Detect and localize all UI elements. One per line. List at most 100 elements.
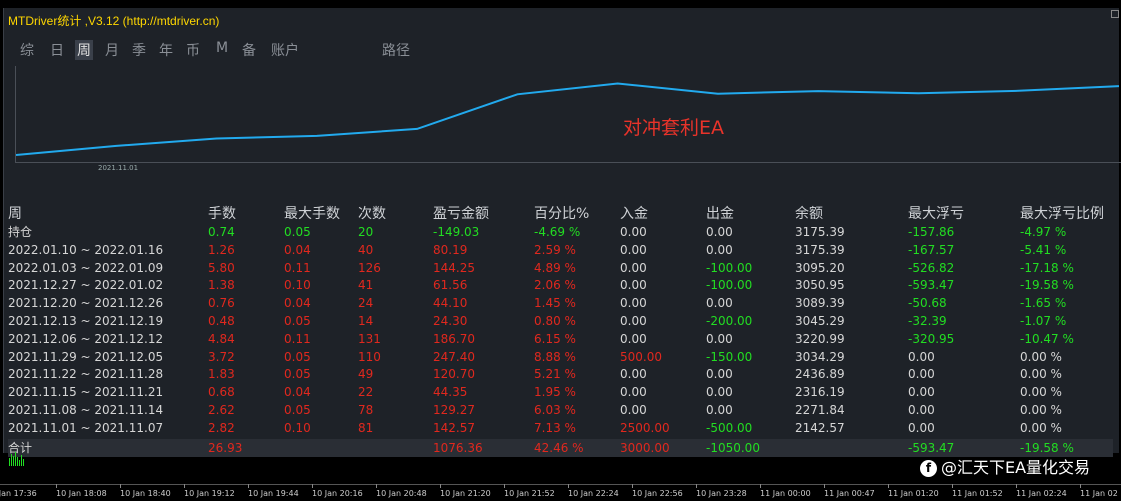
- table-cell: 2022.01.10 ~ 2022.01.16: [8, 242, 164, 257]
- table-row[interactable]: 2021.11.29 ~ 2021.12.05 3.72 0.05 110 247.40…: [8, 348, 1113, 366]
- table-cell: 2.82: [208, 420, 235, 435]
- column-header[interactable]: 出金: [706, 205, 734, 223]
- table-row[interactable]: 持仓 0.74 0.05 20 -149.03 -4.69 % 0.00 0.00 3175.3…: [8, 223, 1113, 241]
- time-tick-label: 11 Jan 01:52: [952, 484, 1003, 498]
- column-header[interactable]: 周: [8, 205, 22, 223]
- column-header[interactable]: 盈亏金额: [433, 205, 489, 223]
- table-cell: 2500.00: [620, 420, 670, 435]
- table-cell: 2022.01.03 ~ 2022.01.09: [8, 260, 164, 275]
- total-cell: 1076.36: [433, 440, 483, 455]
- table-cell: 49: [358, 367, 374, 382]
- table-cell: 6.15 %: [534, 331, 576, 346]
- table-header: 周 手数 最大手数 次数 盈亏金额 百分比% 入金 出金 余额 最大浮亏 最大浮亏比例: [8, 205, 1113, 223]
- table-cell: 5.21 %: [534, 367, 576, 382]
- table-cell: 0.00: [620, 225, 647, 239]
- tab-1[interactable]: 日: [50, 40, 64, 60]
- table-cell: 3220.99: [795, 331, 845, 346]
- volume-bar: [23, 459, 24, 466]
- table-cell: -19.58 %: [1020, 278, 1074, 293]
- table-cell: 110: [358, 349, 381, 364]
- table-row[interactable]: 2022.01.10 ~ 2022.01.16 1.26 0.04 40 80.19 2.…: [8, 241, 1113, 259]
- column-header[interactable]: 入金: [620, 205, 648, 223]
- table-cell: 0.00: [620, 260, 647, 275]
- volume-bar: [15, 452, 16, 466]
- window-corner-box[interactable]: [1111, 10, 1119, 18]
- tab-2[interactable]: 周: [75, 40, 93, 60]
- tab-0[interactable]: 综: [20, 40, 34, 60]
- volume-bar: [19, 460, 20, 466]
- table-cell: 24.30: [433, 314, 468, 328]
- tab-10[interactable]: 路径: [382, 40, 410, 60]
- tab-8[interactable]: 备: [242, 40, 256, 60]
- balance-curve-svg: [15, 82, 1120, 156]
- table-cell: 2021.11.01 ~ 2021.11.07: [8, 420, 164, 435]
- table-row[interactable]: 2021.11.15 ~ 2021.11.21 0.68 0.04 22 44.35 1.…: [8, 383, 1113, 401]
- table-cell: 0.05: [284, 349, 311, 364]
- tab-6[interactable]: 币: [186, 40, 200, 60]
- column-header[interactable]: 最大手数: [284, 205, 340, 223]
- table-cell: 0.00: [908, 403, 935, 417]
- table-row[interactable]: 2021.11.01 ~ 2021.11.07 2.82 0.10 81 142.57 7…: [8, 419, 1113, 437]
- table-cell: 5.80: [208, 260, 235, 275]
- table-cell: 144.25: [433, 260, 475, 275]
- table-cell: 0.00 %: [1020, 367, 1062, 382]
- table-cell: 129.27: [433, 403, 475, 417]
- table-cell: 0.00: [620, 296, 647, 311]
- table-cell: 0.00: [620, 367, 647, 382]
- table-row[interactable]: 2021.12.06 ~ 2021.12.12 4.84 0.11 131 186.70…: [8, 330, 1113, 348]
- table-cell: 2021.11.22 ~ 2021.11.28: [8, 367, 164, 382]
- table-cell: 0.05: [284, 367, 311, 382]
- volume-bar: [9, 458, 10, 466]
- table-cell: 78: [358, 403, 374, 417]
- column-header[interactable]: 次数: [358, 205, 386, 223]
- table-cell: -593.47: [908, 278, 955, 293]
- table-cell: 0.00 %: [1020, 403, 1062, 417]
- table-cell: 2021.12.06 ~ 2021.12.12: [8, 331, 164, 346]
- time-tick-label: 10 Jan 18:40: [120, 484, 171, 498]
- table-row[interactable]: 2021.12.27 ~ 2022.01.02 1.38 0.10 41 61.56 2.…: [8, 276, 1113, 294]
- table-cell: 247.40: [433, 349, 475, 364]
- table-row[interactable]: 2021.11.22 ~ 2021.11.28 1.83 0.05 49 120.70 5…: [8, 365, 1113, 383]
- table-cell: 0.68: [208, 385, 235, 400]
- table-row[interactable]: 2022.01.03 ~ 2022.01.09 5.80 0.11 126 144.25…: [8, 259, 1113, 277]
- tab-7[interactable]: M: [216, 40, 228, 56]
- table-cell: -10.47 %: [1020, 331, 1074, 346]
- table-cell: -1.07 %: [1020, 314, 1067, 328]
- column-header[interactable]: 最大浮亏比例: [1020, 205, 1104, 223]
- table-cell: 0.00 %: [1020, 349, 1062, 364]
- table-cell: 6.03 %: [534, 403, 576, 417]
- table-cell: 500.00: [620, 349, 662, 364]
- time-tick-label: 11 Jan 02:24: [1016, 484, 1067, 498]
- tab-9[interactable]: 账户: [271, 40, 299, 60]
- tab-3[interactable]: 月: [105, 40, 119, 60]
- table-cell: 0.11: [284, 260, 311, 275]
- table-cell: 7.13 %: [534, 420, 576, 435]
- table-cell: 3095.20: [795, 260, 845, 275]
- table-cell: 0.05: [284, 225, 311, 239]
- column-header[interactable]: 最大浮亏: [908, 205, 964, 223]
- table-row[interactable]: 2021.12.20 ~ 2021.12.26 0.76 0.04 24 44.10 1.…: [8, 294, 1113, 312]
- column-header[interactable]: 余额: [795, 205, 823, 223]
- time-tick-label: 10 Jan 19:44: [248, 484, 299, 498]
- time-tick-label: 10 Jan 20:48: [376, 484, 427, 498]
- table-cell: 3175.39: [795, 242, 845, 257]
- column-header[interactable]: 百分比%: [534, 205, 589, 223]
- table-cell: 0.00: [620, 385, 647, 400]
- table-cell: 1.83: [208, 367, 235, 382]
- time-tick-label: 10 Jan 18:08: [56, 484, 107, 498]
- tab-5[interactable]: 年: [159, 40, 173, 60]
- volume-bar: [13, 456, 14, 466]
- table-row[interactable]: 2021.12.13 ~ 2021.12.19 0.48 0.05 14 24.30 0.…: [8, 312, 1113, 330]
- table-cell: 0.00: [620, 278, 647, 293]
- column-header[interactable]: 手数: [208, 205, 236, 223]
- time-tick-label: 10 Jan 21:52: [504, 484, 555, 498]
- table-cell: 2.06 %: [534, 278, 576, 293]
- table-cell: 0.00: [706, 331, 733, 346]
- table-cell: 81: [358, 420, 374, 435]
- table-row[interactable]: 2021.11.08 ~ 2021.11.14 2.62 0.05 78 129.27 6…: [8, 401, 1113, 419]
- total-cell: 3000.00: [620, 440, 670, 455]
- table-cell: 8.88 %: [534, 349, 576, 364]
- table-cell: 0.00: [620, 331, 647, 346]
- table-cell: -4.97 %: [1020, 225, 1067, 239]
- tab-4[interactable]: 季: [132, 40, 146, 60]
